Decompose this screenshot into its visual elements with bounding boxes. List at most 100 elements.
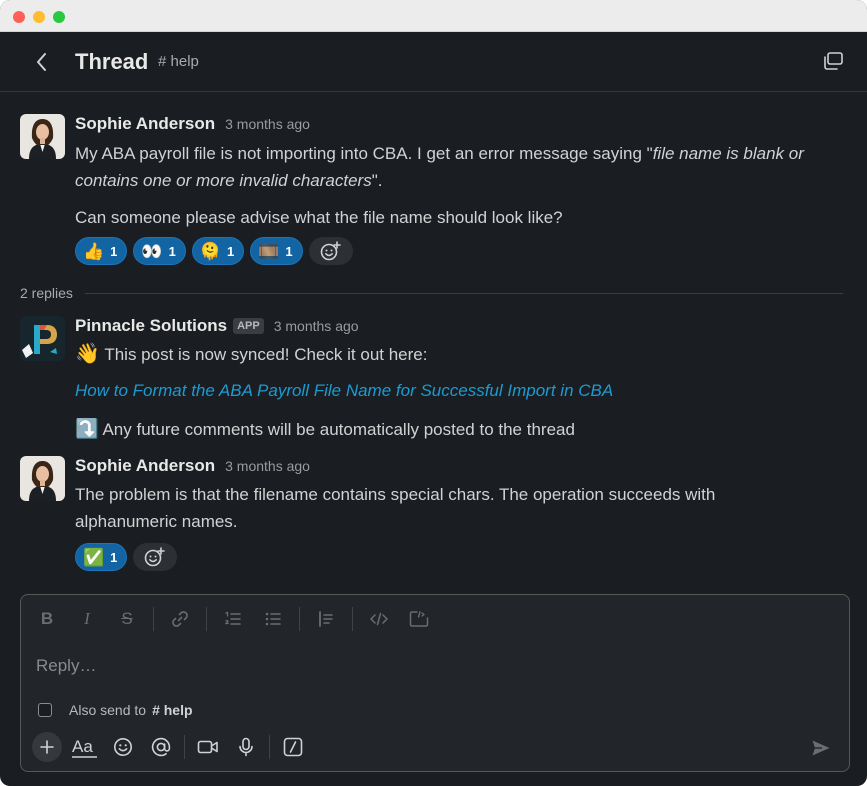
add-reaction-button[interactable]: [308, 237, 353, 265]
arrow-down-right-icon: ⤵️: [75, 419, 99, 440]
message-text: The problem is that the filename contain…: [75, 485, 716, 531]
replies-count: 2 replies: [20, 285, 73, 301]
also-send-option: Also send to # help: [38, 699, 193, 721]
melting-face-icon: 🫠: [199, 241, 221, 261]
send-button[interactable]: [807, 734, 835, 762]
audio-clip-button[interactable]: [231, 732, 261, 762]
channel-link[interactable]: # help: [158, 53, 199, 70]
thumbs-up-icon: 👍: [83, 241, 105, 261]
reply-composer: B I S Reply… Also send to # help Aa: [20, 594, 850, 772]
avatar[interactable]: [20, 456, 65, 501]
divider-line: [84, 292, 843, 294]
timestamp[interactable]: 3 months ago: [225, 458, 310, 474]
also-send-channel: # help: [152, 702, 193, 718]
formatting-toggle-button[interactable]: Aa: [70, 732, 100, 762]
add-emoji-icon: [320, 241, 341, 261]
video-clip-button[interactable]: [193, 732, 223, 762]
reply-message-app: Pinnacle Solutions APP 3 months ago 👋 Th…: [20, 316, 850, 444]
zoom-window-button[interactable]: [53, 11, 65, 23]
blockquote-icon: [319, 611, 333, 627]
bullet-list-icon: [265, 612, 281, 626]
app-avatar[interactable]: [20, 316, 65, 361]
thread-header: Thread # help: [0, 32, 867, 92]
open-in-window-button[interactable]: [821, 49, 845, 73]
ordered-list-button[interactable]: [219, 605, 247, 633]
shortcuts-button[interactable]: [278, 732, 308, 762]
code-block-icon: [409, 611, 429, 627]
reaction-count: 1: [110, 243, 118, 259]
bullet-list-button[interactable]: [259, 605, 287, 633]
pinnacle-logo-icon: [20, 316, 65, 361]
back-button[interactable]: [28, 48, 56, 76]
message-text: My ABA payroll file is not importing int…: [75, 140, 850, 194]
add-reaction-button[interactable]: [133, 543, 178, 571]
reaction-count: 1: [168, 243, 176, 259]
emoji-button[interactable]: [108, 732, 138, 762]
close-window-button[interactable]: [13, 11, 25, 23]
bold-button[interactable]: B: [33, 605, 61, 633]
author-name[interactable]: Sophie Anderson: [75, 114, 215, 134]
code-button[interactable]: [365, 605, 393, 633]
app-badge: APP: [233, 318, 264, 334]
person-avatar-icon: [20, 456, 65, 501]
sync-notice-text: This post is now synced! Check it out he…: [104, 345, 428, 364]
minimize-window-button[interactable]: [33, 11, 45, 23]
strikethrough-icon: S: [121, 609, 133, 628]
ordered-list-icon: [224, 611, 241, 625]
author-name[interactable]: Pinnacle Solutions: [75, 316, 227, 336]
add-emoji-icon: [145, 547, 166, 567]
strikethrough-button[interactable]: S: [113, 605, 141, 633]
italic-button[interactable]: I: [73, 605, 101, 633]
thread-window: Thread # help Sophie Anderson 3 months a…: [0, 0, 867, 786]
person-avatar-icon: [20, 114, 65, 159]
future-comments-text: Any future comments will be automaticall…: [102, 420, 575, 439]
code-block-button[interactable]: [405, 605, 433, 633]
sync-notice: 👋 This post is now synced! Check it out …: [75, 341, 850, 368]
blockquote-button[interactable]: [312, 605, 340, 633]
timestamp[interactable]: 3 months ago: [225, 116, 310, 132]
waving-hand-icon: 👋: [75, 343, 100, 365]
toolbar-divider: [269, 735, 270, 759]
video-camera-icon: [197, 740, 218, 754]
reaction-thumbs-up[interactable]: 👍 1: [75, 237, 128, 265]
author-name[interactable]: Sophie Anderson: [75, 456, 215, 476]
code-icon: [370, 612, 388, 626]
toolbar-divider: [352, 607, 353, 631]
article-link-row: How to Format the ABA Payroll File Name …: [75, 377, 850, 405]
avatar[interactable]: [20, 114, 65, 159]
toolbar-divider: [299, 607, 300, 631]
composer-actions: Aa: [32, 731, 316, 763]
reaction-check-mark[interactable]: ✅ 1: [75, 543, 128, 571]
reaction-eyes[interactable]: 👀 1: [133, 237, 186, 265]
reaction-film-frames[interactable]: 🎞️ 1: [250, 237, 303, 265]
parent-message: Sophie Anderson 3 months ago My ABA payr…: [20, 114, 850, 274]
mention-button[interactable]: [146, 732, 176, 762]
film-frames-icon: 🎞️: [258, 241, 280, 261]
link-icon: [172, 611, 188, 627]
toolbar-divider: [184, 735, 185, 759]
at-sign-icon: [151, 737, 171, 757]
plus-icon: [40, 740, 54, 754]
reaction-count: 1: [226, 243, 235, 259]
toolbar-divider: [206, 607, 207, 631]
reply-message-user: Sophie Anderson 3 months ago The problem…: [20, 456, 850, 572]
also-send-checkbox[interactable]: [38, 703, 52, 717]
reaction-count: 1: [110, 549, 118, 565]
attach-button[interactable]: [32, 732, 62, 762]
article-link[interactable]: How to Format the ABA Payroll File Name …: [75, 381, 613, 400]
message-text-end: ".: [371, 171, 383, 190]
chevron-left-icon: [37, 53, 46, 71]
reaction-melting-face[interactable]: 🫠 1: [191, 237, 245, 265]
italic-icon: I: [84, 609, 90, 628]
timestamp[interactable]: 3 months ago: [274, 318, 359, 334]
smiley-icon: [114, 738, 132, 756]
text-format-icon: Aa: [72, 737, 97, 758]
reply-input[interactable]: [36, 651, 826, 681]
svg-text:Aa: Aa: [72, 737, 93, 756]
eyes-icon: 👀: [141, 241, 163, 261]
also-send-label: Also send to: [69, 702, 147, 718]
link-button[interactable]: [166, 605, 194, 633]
page-title: Thread: [75, 49, 149, 74]
reactions-bar: 👍 1 👀 1 🫠 1 🎞️ 1: [75, 237, 850, 267]
bold-icon: B: [40, 609, 54, 628]
